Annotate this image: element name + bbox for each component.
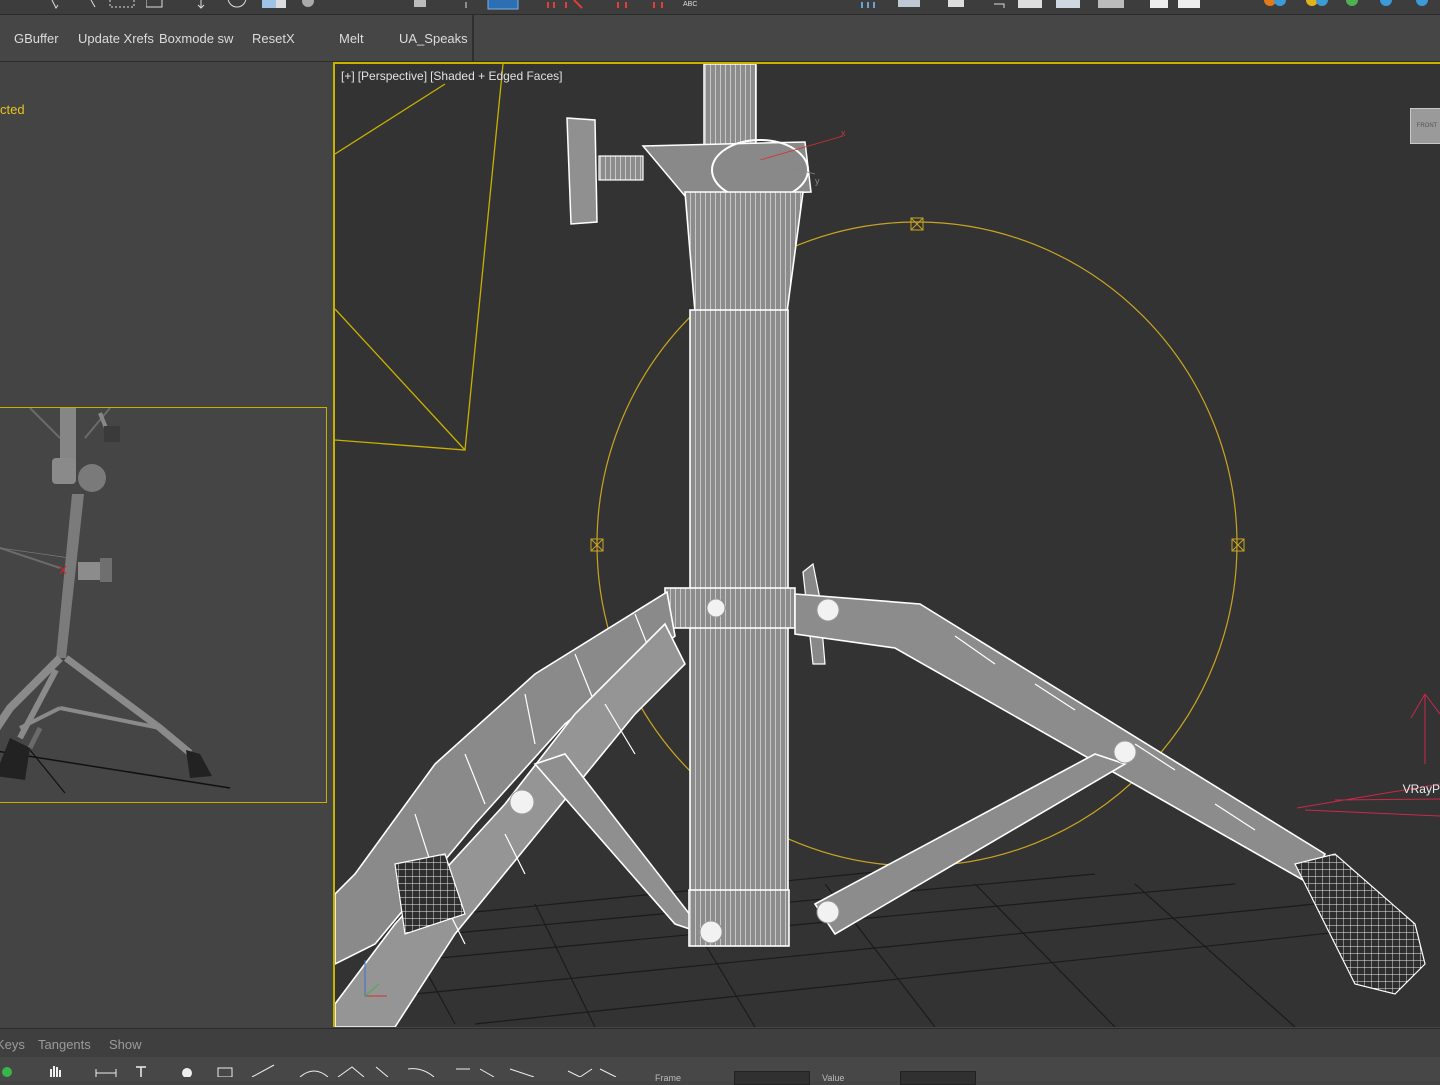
curve-editor-panel: Keys Tangents Show Frame Value	[0, 1028, 1440, 1081]
cymbal-stand-preview	[0, 408, 327, 803]
rotate-icon[interactable]	[226, 0, 248, 10]
viewcube[interactable]: FRONT	[1410, 108, 1440, 144]
filter-icon[interactable]	[0, 1063, 14, 1077]
region-tool-icon[interactable]	[216, 1063, 236, 1077]
update-xrefs-button[interactable]: Update Xrefs	[76, 29, 156, 49]
camera-preview-viewport[interactable]	[0, 407, 327, 803]
viewport-scene: x y	[335, 64, 1440, 1027]
tangent-auto-icon[interactable]	[298, 1063, 332, 1077]
ua-speaks-button[interactable]: UA_Speaks	[397, 29, 470, 49]
tangent-slow-icon[interactable]	[406, 1063, 436, 1077]
tangent-spline-icon[interactable]	[336, 1063, 366, 1077]
move-icon[interactable]	[194, 0, 208, 10]
move-keys-icon[interactable]	[134, 1063, 148, 1077]
mirror-align-icon[interactable]	[612, 0, 668, 10]
curve-editor-menu: Keys Tangents Show	[0, 1029, 1440, 1057]
curve-editor-toolbar: Frame Value	[0, 1057, 1440, 1081]
svg-text:x: x	[841, 128, 846, 138]
frame-label: Frame	[655, 1073, 681, 1083]
left-panel: cted	[0, 62, 332, 1027]
zoom-horizontal-icon[interactable]	[94, 1063, 118, 1077]
svg-text:y: y	[815, 176, 820, 186]
boxmode-button[interactable]: Boxmode sw	[157, 29, 235, 49]
viewport-label-menu[interactable]: [+][Perspective][Shaded + Edged Faces]	[341, 69, 566, 83]
snaps-icon[interactable]	[544, 0, 600, 10]
script-toolbar: GBuffer Update Xrefs Boxmode sw ResetX M…	[0, 15, 1440, 62]
render-icon[interactable]	[1148, 0, 1204, 10]
select-name-icon[interactable]	[86, 0, 106, 10]
material-editor-icon[interactable]	[1016, 0, 1046, 10]
named-selection-icon[interactable]: ABC	[683, 0, 697, 10]
viewport-general-menu[interactable]: [+]	[341, 69, 355, 83]
tangent-step-icon[interactable]	[454, 1063, 500, 1077]
main-toolbar: ABC	[0, 0, 1440, 15]
melt-button[interactable]: Melt	[337, 29, 366, 49]
rendered-frame-icon[interactable]	[1096, 0, 1130, 10]
select-arrow-icon[interactable]	[46, 0, 66, 10]
toolbar-divider	[472, 15, 474, 61]
scene-explorer-icon[interactable]	[896, 0, 926, 10]
cymbal-stand-mesh[interactable]	[335, 64, 1425, 1027]
scale-icon[interactable]	[262, 0, 288, 10]
tangent-fast-icon[interactable]	[374, 1063, 394, 1077]
viewport-shading-menu[interactable]: [Shaded + Edged Faces]	[430, 69, 562, 83]
layer-icon[interactable]	[858, 0, 888, 10]
selection-status-text: cted	[0, 102, 25, 117]
vray-light-gizmo	[1297, 694, 1440, 816]
value-field[interactable]	[900, 1071, 976, 1085]
tangents-menu[interactable]: Tangents	[38, 1037, 91, 1052]
perspective-viewport[interactable]: x y [+][Perspective][Shaded + Edged Face…	[333, 62, 1440, 1027]
pan-hand-icon[interactable]	[48, 1063, 62, 1077]
value-label: Value	[822, 1073, 844, 1083]
plugin-toolbar-icons[interactable]	[1256, 0, 1440, 10]
tangent-smooth-icon[interactable]	[566, 1063, 620, 1077]
show-menu[interactable]: Show	[109, 1037, 142, 1052]
frame-field[interactable]	[734, 1071, 810, 1085]
schematic-view-icon[interactable]	[990, 0, 1014, 10]
vray-light-label: VRayP	[1403, 782, 1440, 796]
reference-coord-icon[interactable]	[410, 0, 440, 10]
viewport-point-of-view-menu[interactable]: [Perspective]	[358, 69, 427, 83]
render-setup-icon[interactable]	[1054, 0, 1084, 10]
placement-icon[interactable]	[300, 0, 316, 10]
set-key-icon[interactable]	[180, 1063, 194, 1077]
select-manipulate-icon[interactable]	[486, 0, 520, 10]
window-crossing-icon[interactable]	[146, 0, 166, 10]
resetx-button[interactable]: ResetX	[250, 29, 297, 49]
gbuffer-button[interactable]: GBuffer	[12, 29, 61, 49]
keys-menu[interactable]: Keys	[0, 1037, 25, 1052]
tangent-linear-icon[interactable]	[508, 1063, 538, 1077]
camera-frustum	[335, 64, 503, 450]
curve-editor-icon[interactable]	[946, 0, 970, 10]
pivot-icon[interactable]	[460, 0, 474, 10]
region-select-icon[interactable]	[108, 0, 138, 10]
draw-curves-icon[interactable]	[250, 1063, 276, 1077]
